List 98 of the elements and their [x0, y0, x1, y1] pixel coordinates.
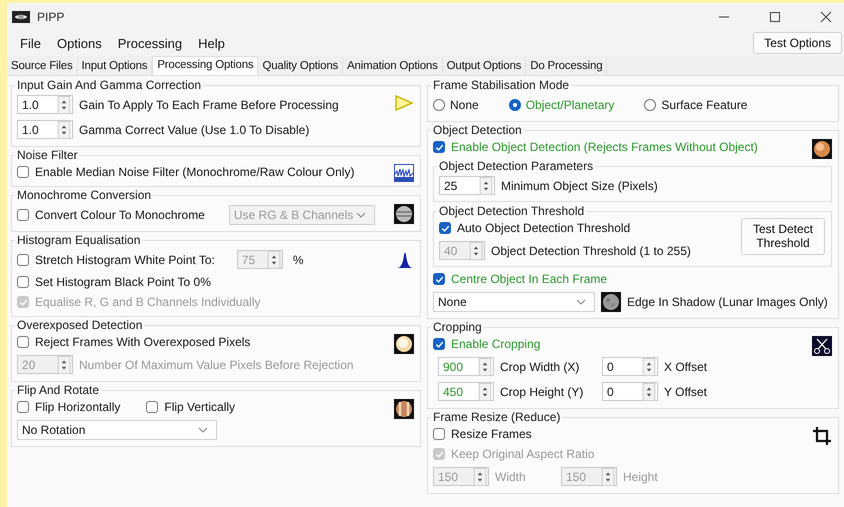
group-title: Monochrome Conversion [16, 188, 152, 202]
crop-icon [812, 426, 832, 446]
spin-arrows-icon[interactable] [57, 120, 71, 138]
checkbox[interactable] [433, 428, 445, 440]
checkbox-label[interactable]: Enable Median Noise Filter (Monochrome/Raw Colour Only) [35, 165, 354, 179]
field-label: Gain To Apply To Each Frame Before Processing [79, 98, 339, 112]
radio-label[interactable]: Object/Planetary [526, 98, 614, 112]
spin-arrows-icon[interactable] [642, 358, 656, 376]
field-label: Height [623, 470, 658, 484]
menu-item[interactable]: Help [190, 36, 233, 50]
radio-button[interactable] [644, 98, 656, 110]
group-title: Object Detection Parameters [438, 159, 594, 173]
tab[interactable]: Animation Options [343, 58, 443, 75]
radio-button[interactable] [433, 98, 445, 110]
checkbox-label[interactable]: Reject Frames With Overexposed Pixels [35, 335, 250, 349]
radio-button[interactable] [508, 98, 521, 110]
planet-icon [812, 139, 832, 159]
planet-icon [394, 204, 414, 224]
spin-arrows-icon[interactable] [479, 176, 493, 194]
app-logo-icon [12, 10, 30, 22]
tab[interactable]: Output Options [442, 58, 526, 75]
caret-icon [198, 426, 208, 432]
checkbox[interactable] [17, 276, 29, 288]
group-title: Flip And Rotate [16, 383, 100, 397]
close-icon[interactable] [820, 10, 832, 22]
radio-label[interactable]: None [450, 98, 479, 112]
checkbox-label[interactable]: Stretch Histogram White Point To: [35, 252, 215, 266]
checkbox-label[interactable]: Convert Colour To Monochrome [35, 208, 205, 222]
checkbox-label[interactable]: Enable Cropping [451, 337, 540, 351]
checkbox[interactable] [17, 254, 29, 266]
field-label: Edge In Shadow (Lunar Images Only) [627, 294, 828, 308]
spin-arrows-icon[interactable] [642, 382, 656, 400]
checkbox-label[interactable]: Auto Object Detection Threshold [457, 221, 630, 235]
field-label: Minimum Object Size (Pixels) [501, 178, 658, 192]
checkbox[interactable] [17, 336, 29, 348]
checkbox[interactable] [146, 401, 158, 413]
menu-item[interactable]: Options [48, 36, 110, 50]
checkbox[interactable] [433, 338, 445, 350]
dropdown[interactable]: None [433, 292, 595, 312]
checkbox-label[interactable]: Resize Frames [451, 427, 532, 441]
field-label: Y Offset [664, 384, 707, 398]
tab[interactable]: Quality Options [258, 58, 344, 75]
planet-icon [394, 334, 414, 354]
tab[interactable]: Source Files [7, 58, 78, 75]
field-label: Number Of Maximum Value Pixels Before Rejection [79, 358, 354, 372]
checkbox-label[interactable]: Enable Object Detection (Rejects Frames Without Object) [451, 140, 758, 154]
spin-arrows-icon[interactable] [478, 382, 492, 400]
tab[interactable]: Do Processing [526, 58, 608, 75]
checkbox[interactable] [433, 273, 445, 285]
checkbox[interactable] [17, 208, 29, 220]
spin-field[interactable]: 900 [438, 357, 494, 376]
spin-field[interactable]: 1.0 [17, 120, 73, 139]
spin-arrows-icon[interactable] [478, 358, 492, 376]
spin-arrows-icon[interactable] [57, 96, 71, 114]
spin-field[interactable]: 25 [439, 176, 495, 195]
field-label: Object Detection Threshold (1 to 255) [491, 244, 691, 258]
checkbox-label[interactable]: Set Histogram Black Point To 0% [35, 275, 211, 289]
waveform-icon [394, 164, 414, 182]
group-title: Noise Filter [16, 148, 79, 162]
spin-field[interactable]: 1.0 [17, 95, 73, 114]
field-label: Width [495, 470, 527, 484]
checkbox-label[interactable]: Flip Horizontally [35, 400, 120, 414]
spin-field[interactable]: 450 [438, 382, 494, 401]
test-options-button[interactable]: Test Options [753, 32, 842, 54]
spin-field[interactable]: 0 [602, 382, 658, 401]
spin-field[interactable]: 0 [602, 357, 658, 376]
group-title: Cropping [432, 320, 483, 334]
group-title: Input Gain And Gamma Correction [16, 78, 202, 92]
checkbox[interactable] [17, 401, 29, 413]
window-title: PIPP [37, 10, 64, 24]
checkbox[interactable] [17, 166, 29, 178]
radio-label[interactable]: Surface Feature [661, 98, 748, 112]
field-label: Gamma Correct Value (Use 1.0 To Disable) [79, 122, 310, 136]
planet-icon [394, 399, 414, 419]
scissors-icon [812, 336, 832, 356]
dropdown[interactable]: No Rotation [17, 420, 217, 440]
group-title: Frame Stabilisation Mode [432, 78, 570, 92]
caret-icon [356, 212, 366, 218]
field-label: Crop Width (X) [500, 360, 580, 374]
maximize-icon[interactable] [769, 10, 781, 22]
checkbox-label[interactable]: Centre Object In Each Frame [451, 272, 608, 286]
group-title: Overexposed Detection [16, 318, 144, 332]
field-label: X Offset [664, 360, 708, 374]
checkbox[interactable] [439, 222, 451, 234]
menu-item[interactable]: Processing [110, 36, 190, 50]
group-title: Frame Resize (Reduce) [432, 410, 562, 424]
tab[interactable]: Processing Options [152, 56, 258, 75]
checkbox[interactable] [433, 141, 445, 153]
moon-icon [601, 292, 621, 312]
group-title: Histogram Equalisation [16, 233, 142, 247]
unit-label: % [292, 252, 304, 266]
caret-icon [576, 298, 586, 304]
menu-item[interactable]: File [12, 36, 49, 50]
group-title: Object Detection Threshold [438, 204, 586, 218]
field-label: Crop Height (Y) [500, 384, 584, 398]
group-title: Object Detection [432, 123, 523, 137]
test-detect-threshold-button[interactable]: Test Detect Threshold [741, 218, 825, 255]
checkbox-label[interactable]: Flip Vertically [164, 400, 236, 414]
